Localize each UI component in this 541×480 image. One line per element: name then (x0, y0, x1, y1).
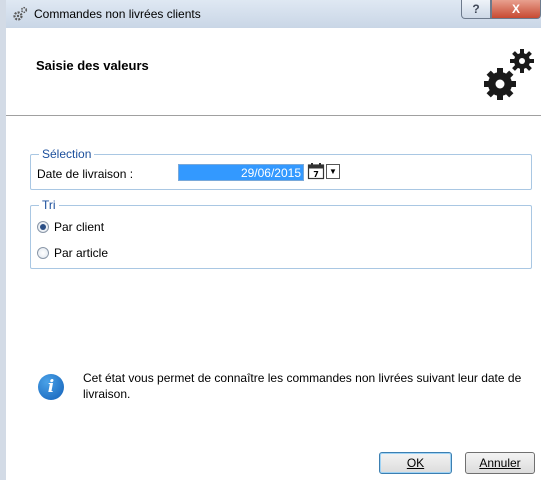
sort-legend: Tri (39, 198, 59, 212)
delivery-date-label: Date de livraison : (37, 167, 134, 181)
gears-icon (13, 6, 28, 21)
settings-gears-icon (484, 49, 534, 100)
ok-button-label: OK (406, 456, 425, 470)
ok-button[interactable]: OK (379, 452, 452, 474)
selection-group: Sélection Date de livraison : 29/06/2015… (30, 147, 532, 190)
info-icon: i (38, 374, 64, 400)
selection-legend: Sélection (39, 147, 95, 161)
sort-option-client[interactable]: Par client (37, 220, 104, 234)
title-bar[interactable]: Commandes non livrées clients ? X (6, 0, 541, 28)
radio-client-label: Par client (54, 220, 105, 234)
dialog-header: Saisie des valeurs (6, 28, 541, 116)
chevron-down-icon[interactable]: ▼ (326, 164, 340, 179)
radio-article-label: Par article (54, 246, 109, 260)
sort-group: Tri Par client Par article (30, 198, 532, 269)
window-title: Commandes non livrées clients (34, 7, 201, 21)
calendar-icon[interactable]: 7 (307, 162, 325, 180)
calendar-day: 7 (313, 170, 319, 179)
page-title: Saisie des valeurs (36, 58, 149, 73)
help-button[interactable]: ? (461, 0, 491, 19)
cancel-button[interactable]: Annuler (465, 452, 535, 474)
radio-client[interactable] (37, 221, 49, 233)
sort-option-article[interactable]: Par article (37, 246, 108, 260)
delivery-date-input[interactable]: 29/06/2015 (178, 164, 304, 181)
cancel-button-label: Annuler (479, 456, 521, 470)
dialog-window: Commandes non livrées clients ? X Saisie… (0, 0, 541, 480)
radio-article[interactable] (37, 247, 49, 259)
info-message: Cet état vous permet de connaître les co… (83, 371, 522, 401)
close-button[interactable]: X (491, 0, 541, 19)
